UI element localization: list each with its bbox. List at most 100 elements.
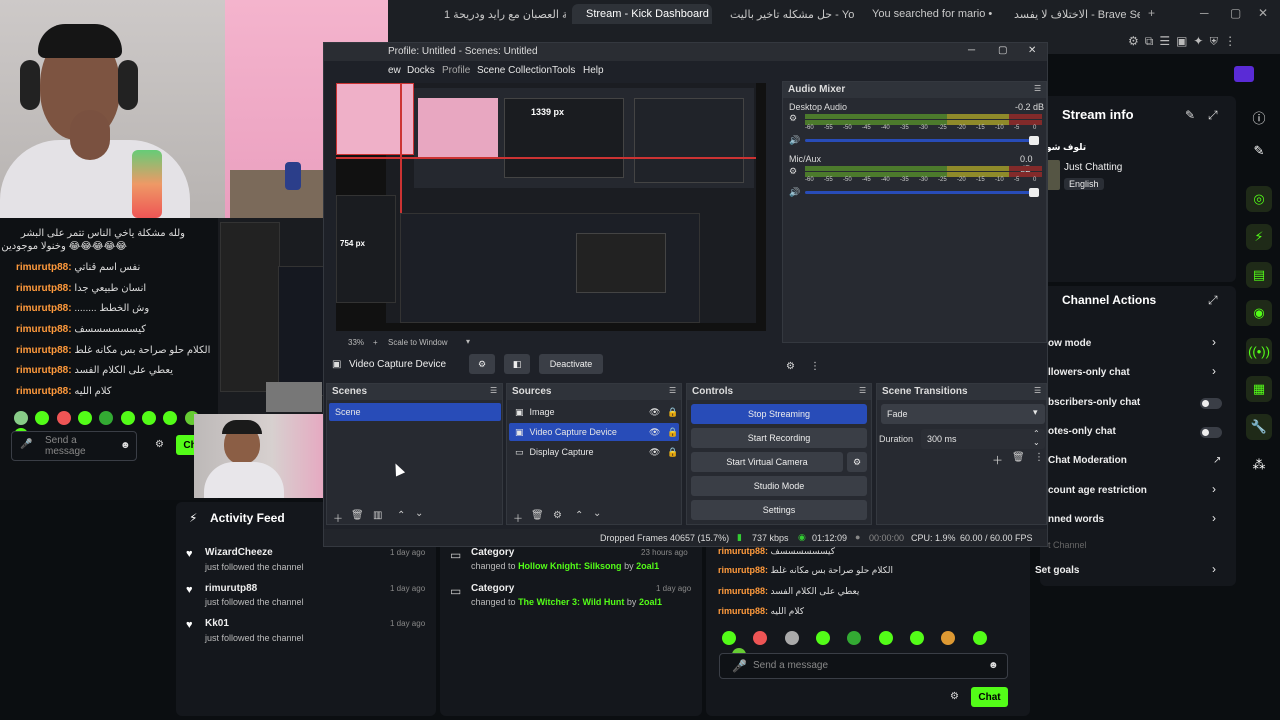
dock-menu-icon[interactable]: ☰ — [1034, 386, 1041, 395]
minimize-icon[interactable]: ─ — [968, 45, 975, 56]
chat-user[interactable]: rimurutp88: — [16, 303, 72, 314]
subscribers-only-toggle[interactable] — [1200, 398, 1222, 409]
emote-icon[interactable] — [753, 631, 768, 645]
scene-item[interactable]: Scene — [329, 403, 501, 421]
new-tab-icon[interactable]: + — [1148, 6, 1155, 20]
gear-icon[interactable]: ⚙ — [553, 510, 562, 521]
emote-icon[interactable] — [163, 411, 178, 425]
chat-user[interactable]: rimurutp88: — [718, 606, 768, 616]
gear-icon[interactable]: ⚙ — [155, 439, 164, 450]
minimize-icon[interactable]: ─ — [1200, 6, 1209, 20]
add-icon[interactable]: ＋ — [992, 452, 1003, 468]
lock-icon[interactable]: 🔒 — [667, 447, 678, 458]
source-filters-button[interactable]: ◧ — [504, 354, 530, 374]
chat-user[interactable]: rimurutp88: — [718, 586, 768, 596]
shapes-icon[interactable]: ⁂ — [1246, 452, 1272, 478]
dock-menu-icon[interactable]: ☰ — [490, 386, 497, 395]
emote-icon[interactable] — [910, 631, 925, 645]
chat-user[interactable]: rimurutp88: — [16, 345, 72, 356]
emote-icon[interactable] — [14, 411, 28, 425]
bolt-icon[interactable]: ⚡ — [1246, 224, 1272, 250]
chevron-up-icon[interactable]: ⌃ — [575, 510, 583, 521]
category-link[interactable]: Hollow Knight: Silksong — [518, 561, 622, 571]
eye-icon[interactable]: 👁 — [649, 407, 660, 418]
feed-user[interactable]: rimurutp88 — [205, 583, 257, 594]
chevron-up-icon[interactable]: ⌃ — [397, 510, 405, 521]
maximize-icon[interactable]: ▢ — [998, 45, 1007, 56]
chat-send-button[interactable]: Chat — [971, 687, 1008, 707]
eye-icon[interactable]: 👁 — [649, 427, 660, 438]
menu-docks[interactable]: Docks — [407, 65, 435, 76]
more-icon[interactable]: ⋮ — [810, 361, 820, 372]
action-set-goals[interactable]: Set goals — [1035, 565, 1215, 576]
lock-icon[interactable]: 🔒 — [667, 427, 678, 438]
source-item[interactable]: ▣ Image 👁 🔒 — [509, 403, 679, 421]
chevron-right-icon[interactable]: › — [1212, 482, 1216, 496]
layout-icon[interactable]: ▦ — [1246, 376, 1272, 402]
start-recording-button[interactable]: Start Recording — [691, 428, 867, 448]
settings-icon[interactable]: ⚙ — [789, 166, 797, 177]
settings-icon[interactable]: ⚙ — [789, 113, 797, 124]
add-icon[interactable]: ＋ — [513, 510, 523, 525]
emote-icon[interactable] — [878, 631, 893, 645]
chevron-down-icon[interactable]: ⌄ — [593, 508, 601, 519]
close-icon[interactable]: ✕ — [1028, 45, 1036, 56]
chat-icon[interactable]: ◉ — [1246, 300, 1272, 326]
feed-user[interactable]: Kk01 — [205, 618, 229, 629]
menu-profile[interactable]: Profile — [442, 65, 470, 76]
emote-icon[interactable] — [847, 631, 862, 645]
volume-slider-handle[interactable] — [1029, 188, 1039, 197]
volume-slider[interactable] — [805, 139, 1035, 142]
browser-tab-kick[interactable]: Stream - Kick Dashboard ✕ — [572, 4, 712, 24]
more-icon[interactable]: ⋮ — [1034, 452, 1044, 463]
filter-icon[interactable]: ▥ — [373, 510, 382, 521]
action-chat-moderation[interactable]: Chat Moderation — [1048, 455, 1228, 466]
menu-view[interactable]: ew — [388, 65, 401, 76]
category-link[interactable]: The Witcher 3: Wild Hunt — [518, 597, 624, 607]
action-channel[interactable]: t Channel — [1048, 540, 1228, 550]
browser-tab[interactable]: الاختلاف لا يفسد - Brave Search — [1000, 4, 1140, 24]
user-link[interactable]: 2oal1 — [636, 561, 659, 571]
add-icon[interactable]: ＋ — [333, 510, 343, 525]
settings-button[interactable]: Settings — [691, 500, 867, 520]
chevron-right-icon[interactable]: › — [1212, 562, 1216, 576]
chat-input[interactable]: 🎤 Send a message ☻ — [11, 431, 137, 461]
emote-icon[interactable] — [56, 411, 71, 425]
action-banned-words[interactable]: nned words — [1048, 514, 1228, 525]
menu-tools[interactable]: Tools — [552, 65, 575, 76]
volume-slider[interactable] — [805, 191, 1035, 194]
chevron-down-icon[interactable]: ▾ — [466, 337, 470, 346]
browser-tab[interactable]: You searched for mario • Stea — [858, 4, 992, 24]
stop-streaming-button[interactable]: Stop Streaming — [691, 404, 867, 424]
popout-icon[interactable]: ⤢ — [1208, 108, 1218, 123]
dock-menu-icon[interactable]: ☰ — [1034, 84, 1041, 93]
trash-icon[interactable]: 🗑 — [531, 510, 544, 521]
emote-icon[interactable] — [784, 631, 799, 645]
emote-icon[interactable] — [142, 411, 157, 425]
lock-icon[interactable]: 🔒 — [667, 407, 678, 418]
pencil-icon[interactable]: ✎ — [1185, 108, 1195, 122]
user-link[interactable]: 2oal1 — [639, 597, 662, 607]
chat-user[interactable]: rimurutp88: — [16, 283, 72, 294]
zoom-in-icon[interactable]: + — [373, 338, 378, 347]
source-item[interactable]: ▭ Display Capture 👁 🔒 — [509, 443, 679, 461]
emote-icon[interactable] — [78, 411, 93, 425]
document-icon[interactable]: ▤ — [1246, 262, 1272, 288]
action-followers-only[interactable]: llowers-only chat — [1048, 367, 1228, 378]
feed-user[interactable]: WizardCheeze — [205, 547, 273, 558]
obs-preview[interactable]: 1339 px 754 px — [336, 83, 766, 331]
external-link-icon[interactable]: ↗ — [1213, 455, 1221, 466]
emote-icon[interactable] — [722, 631, 736, 645]
browser-tab[interactable]: حل مشكله تاخير باليت - YouTube — [716, 4, 854, 24]
popout-icon[interactable]: ⤢ — [1208, 293, 1218, 308]
scale-mode[interactable]: Scale to Window — [388, 338, 448, 347]
source-item[interactable]: ▣ Video Capture Device 👁 🔒 — [509, 423, 679, 441]
speaker-icon[interactable]: 🔊 — [789, 187, 800, 198]
emote-icon[interactable] — [941, 631, 956, 645]
chevron-right-icon[interactable]: › — [1212, 335, 1216, 349]
chat-user[interactable]: rimurutp88: — [16, 262, 72, 273]
target-icon[interactable]: ◎ — [1246, 186, 1272, 212]
info-icon[interactable]: ⓘ — [1246, 104, 1272, 130]
chat-user[interactable]: rimurutp88: — [718, 546, 768, 556]
chat-user[interactable]: rimurutp88: — [16, 365, 72, 376]
